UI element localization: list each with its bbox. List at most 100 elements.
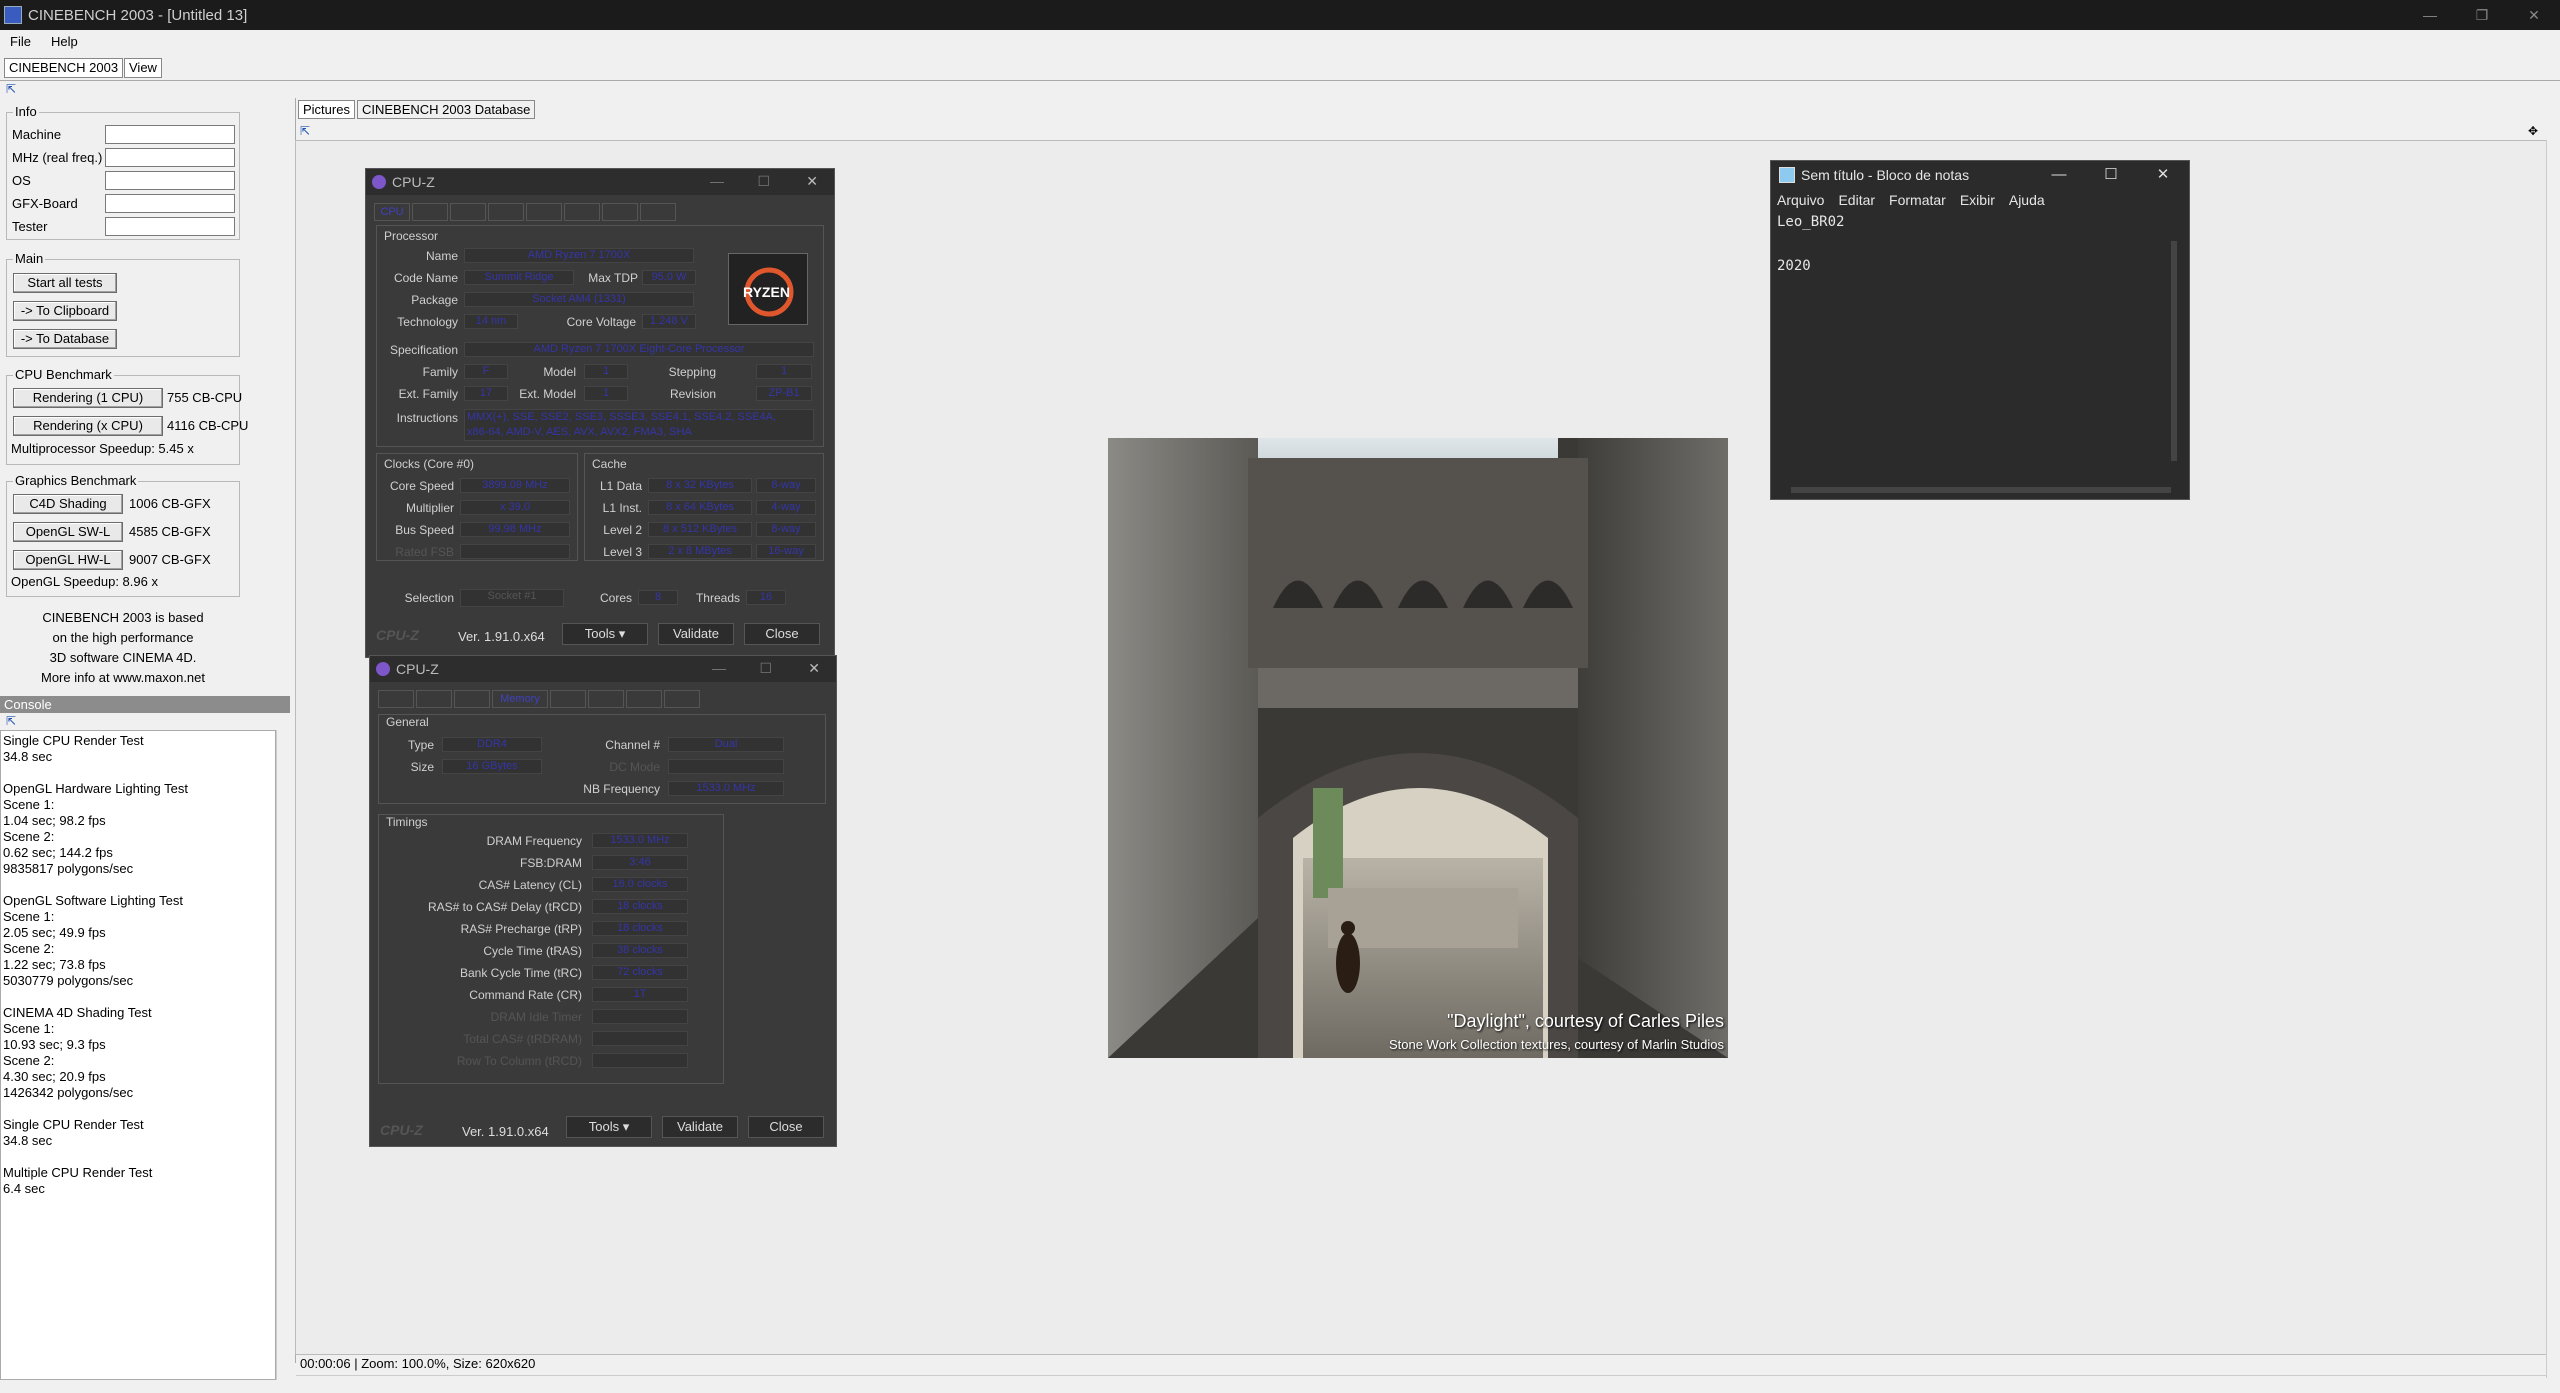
tab-m3[interactable] bbox=[454, 690, 490, 708]
ext-family-value: 17 bbox=[464, 386, 508, 401]
opengl-sw-button[interactable]: OpenGL SW-L bbox=[13, 522, 123, 542]
tab-pictures[interactable]: Pictures bbox=[298, 100, 355, 119]
tab-8[interactable] bbox=[640, 203, 676, 221]
tab-m6[interactable] bbox=[588, 690, 624, 708]
ext-model-value: 1 bbox=[584, 386, 628, 401]
trc-label: Bank Cycle Time (tRC) bbox=[459, 966, 582, 980]
tab-7[interactable] bbox=[602, 203, 638, 221]
tab-4[interactable] bbox=[488, 203, 524, 221]
tools-button[interactable]: Tools ▾ bbox=[562, 623, 648, 645]
cpuz2-version: Ver. 1.91.0.x64 bbox=[462, 1124, 549, 1139]
selection-dropdown[interactable]: Socket #1 bbox=[460, 589, 564, 607]
machine-field[interactable] bbox=[105, 125, 235, 144]
about-line-4[interactable]: More info at www.maxon.net bbox=[6, 668, 240, 688]
ryzen-logo-text: RYZEN bbox=[743, 284, 790, 300]
menu-help[interactable]: Help bbox=[41, 34, 88, 49]
notepad-menu-formatar[interactable]: Formatar bbox=[1889, 192, 1946, 208]
view-vscrollbar[interactable] bbox=[2546, 140, 2560, 1378]
notepad-vscrollbar[interactable] bbox=[2171, 241, 2177, 461]
notepad-hscrollbar[interactable] bbox=[1791, 487, 2171, 493]
console-scrollbar[interactable] bbox=[276, 730, 290, 1380]
instructions-line-2: x86-64, AMD-V, AES, AVX, AVX2, FMA3, SHA bbox=[467, 426, 692, 438]
tab-m8[interactable] bbox=[664, 690, 700, 708]
tab-m5[interactable] bbox=[550, 690, 586, 708]
validate2-button[interactable]: Validate bbox=[662, 1116, 738, 1138]
to-clipboard-button[interactable]: -> To Clipboard bbox=[13, 301, 117, 321]
os-field[interactable] bbox=[105, 171, 235, 190]
cpuz2-minimize-icon[interactable]: — bbox=[712, 660, 726, 676]
tab-memory[interactable]: Memory bbox=[492, 690, 548, 708]
minimize-button[interactable]: — bbox=[2404, 0, 2456, 30]
tab-cinebench[interactable]: CINEBENCH 2003 bbox=[4, 58, 124, 78]
stepping-label: Stepping bbox=[668, 365, 716, 379]
notepad-maximize-icon[interactable]: ☐ bbox=[2085, 161, 2137, 189]
notepad-menu-exibir[interactable]: Exibir bbox=[1960, 192, 1995, 208]
tras-value: 38 clocks bbox=[592, 943, 688, 958]
cpuz-cpu-window[interactable]: CPU-Z — ☐ ✕ CPU Processor Name AMD Ryzen… bbox=[365, 168, 835, 658]
to-database-button[interactable]: -> To Database bbox=[13, 329, 117, 349]
notepad-menu-ajuda[interactable]: Ajuda bbox=[2009, 192, 2045, 208]
notepad-menu-editar[interactable]: Editar bbox=[1838, 192, 1875, 208]
notepad-menubar: Arquivo Editar Formatar Exibir Ajuda bbox=[1771, 189, 2189, 211]
notepad-minimize-icon[interactable]: — bbox=[2033, 161, 2085, 189]
dram-freq-label: DRAM Frequency bbox=[486, 834, 582, 848]
trc-value: 72 clocks bbox=[592, 965, 688, 980]
notepad-menu-arquivo[interactable]: Arquivo bbox=[1777, 192, 1824, 208]
view-hscrollbar[interactable] bbox=[296, 1375, 2546, 1389]
tab-m2[interactable] bbox=[416, 690, 452, 708]
cpuz-close-icon[interactable]: ✕ bbox=[806, 173, 818, 190]
tab-m7[interactable] bbox=[626, 690, 662, 708]
close-button[interactable]: ✕ bbox=[2508, 0, 2560, 30]
cpuz-maximize-icon[interactable]: ☐ bbox=[757, 173, 770, 190]
rendering-xcpu-button[interactable]: Rendering (x CPU) bbox=[13, 416, 163, 436]
cpuz2-close-icon[interactable]: ✕ bbox=[808, 660, 820, 677]
notepad-text-area[interactable]: Leo_BR02 2020 bbox=[1771, 211, 2189, 277]
tab-5[interactable] bbox=[526, 203, 562, 221]
rendering-1cpu-button[interactable]: Rendering (1 CPU) bbox=[13, 388, 163, 408]
general-section: General bbox=[386, 715, 429, 729]
tras-label: Cycle Time (tRAS) bbox=[483, 944, 582, 958]
cpuz2-close-button[interactable]: Close bbox=[748, 1116, 824, 1138]
cpuz-memory-window[interactable]: CPU-Z — ☐ ✕ Memory General Type DDR4 Siz… bbox=[369, 655, 837, 1147]
codename-label: Code Name bbox=[393, 271, 458, 285]
model-value: 1 bbox=[584, 364, 628, 379]
cpuz-close-button[interactable]: Close bbox=[744, 623, 820, 645]
tester-field[interactable] bbox=[105, 217, 235, 236]
tab-cpu[interactable]: CPU bbox=[374, 203, 410, 221]
move-icon[interactable]: ✥ bbox=[2528, 124, 2538, 138]
cpuz2-maximize-icon[interactable]: ☐ bbox=[759, 660, 772, 677]
tab-6[interactable] bbox=[564, 203, 600, 221]
tdp-value: 95.0 W bbox=[642, 270, 696, 285]
pin-icon[interactable]: ⇱ bbox=[6, 82, 16, 96]
notepad-close-icon[interactable]: ✕ bbox=[2137, 161, 2189, 189]
rated-fsb-label: Rated FSB bbox=[395, 545, 454, 559]
console-header: Console bbox=[0, 696, 290, 713]
tools2-button[interactable]: Tools ▾ bbox=[566, 1116, 652, 1138]
mhz-field[interactable] bbox=[105, 148, 235, 167]
menu-file[interactable]: File bbox=[0, 34, 41, 49]
tab-3[interactable] bbox=[450, 203, 486, 221]
tab-2[interactable] bbox=[412, 203, 448, 221]
opengl-hw-button[interactable]: OpenGL HW-L bbox=[13, 550, 123, 570]
console-pin-icon[interactable]: ⇱ bbox=[6, 714, 16, 728]
top-tab-row: CINEBENCH 2003 View bbox=[0, 55, 2560, 81]
maximize-button[interactable]: ❐ bbox=[2456, 0, 2508, 30]
menubar: File Help bbox=[0, 30, 2560, 52]
window-controls: — ❐ ✕ bbox=[2404, 0, 2560, 30]
main-group: Main Start all tests -> To Clipboard -> … bbox=[6, 251, 240, 357]
rendering-1cpu-value: 755 CB-CPU bbox=[167, 390, 243, 405]
validate-button[interactable]: Validate bbox=[658, 623, 734, 645]
tab-m1[interactable] bbox=[378, 690, 414, 708]
console-output: Single CPU Render Test 34.8 sec OpenGL H… bbox=[0, 730, 276, 1380]
cpuz-logo-icon bbox=[372, 175, 386, 189]
tab-view[interactable]: View bbox=[124, 58, 162, 78]
view-pin-icon[interactable]: ⇱ bbox=[300, 124, 310, 138]
gfx-field[interactable] bbox=[105, 194, 235, 213]
notepad-window[interactable]: Sem título - Bloco de notas — ☐ ✕ Arquiv… bbox=[1770, 160, 2190, 500]
c4d-shading-button[interactable]: C4D Shading bbox=[13, 494, 123, 514]
l2-ways: 8-way bbox=[756, 522, 816, 537]
cpuz-minimize-icon[interactable]: — bbox=[710, 173, 724, 189]
tab-database[interactable]: CINEBENCH 2003 Database bbox=[357, 100, 536, 119]
start-all-tests-button[interactable]: Start all tests bbox=[13, 273, 117, 293]
l3-ways: 16-way bbox=[756, 544, 816, 559]
